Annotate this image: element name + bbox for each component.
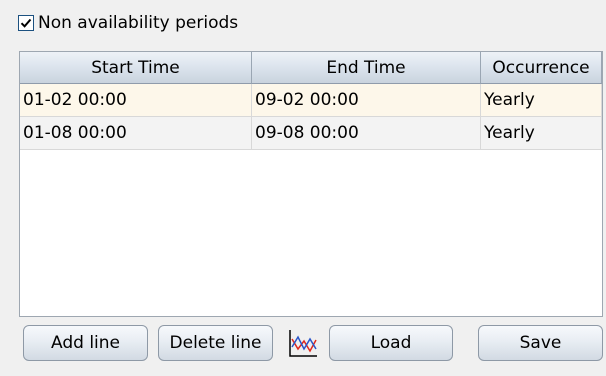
periods-table[interactable]: Start Time End Time Occurrence 01-02 00:… [19,51,603,317]
cell-end-time[interactable]: 09-02 00:00 [252,84,481,117]
cell-start-time[interactable]: 01-08 00:00 [20,117,252,150]
save-button[interactable]: Save [478,325,603,361]
chart-button[interactable] [284,326,321,360]
table-row[interactable]: 01-02 00:00 09-02 00:00 Yearly [20,84,602,117]
checkmark-icon [20,18,32,28]
cell-occurrence[interactable]: Yearly [481,84,602,117]
chart-icon [288,330,317,357]
delete-line-button[interactable]: Delete line [158,325,273,361]
button-bar: Add line Delete line Load Save [23,325,603,363]
column-header-occurrence[interactable]: Occurrence [481,52,602,84]
load-button[interactable]: Load [329,325,453,361]
add-line-button[interactable]: Add line [23,325,148,361]
cell-occurrence[interactable]: Yearly [481,117,602,150]
column-header-start-time[interactable]: Start Time [20,52,252,84]
cell-end-time[interactable]: 09-08 00:00 [252,117,481,150]
non-availability-checkbox[interactable] [18,15,34,31]
table-header: Start Time End Time Occurrence [20,52,602,84]
non-availability-label: Non availability periods [38,13,239,33]
non-availability-checkbox-row[interactable]: Non availability periods [18,10,238,36]
table-row[interactable]: 01-08 00:00 09-08 00:00 Yearly [20,117,602,150]
column-header-end-time[interactable]: End Time [252,52,481,84]
cell-start-time[interactable]: 01-02 00:00 [20,84,252,117]
